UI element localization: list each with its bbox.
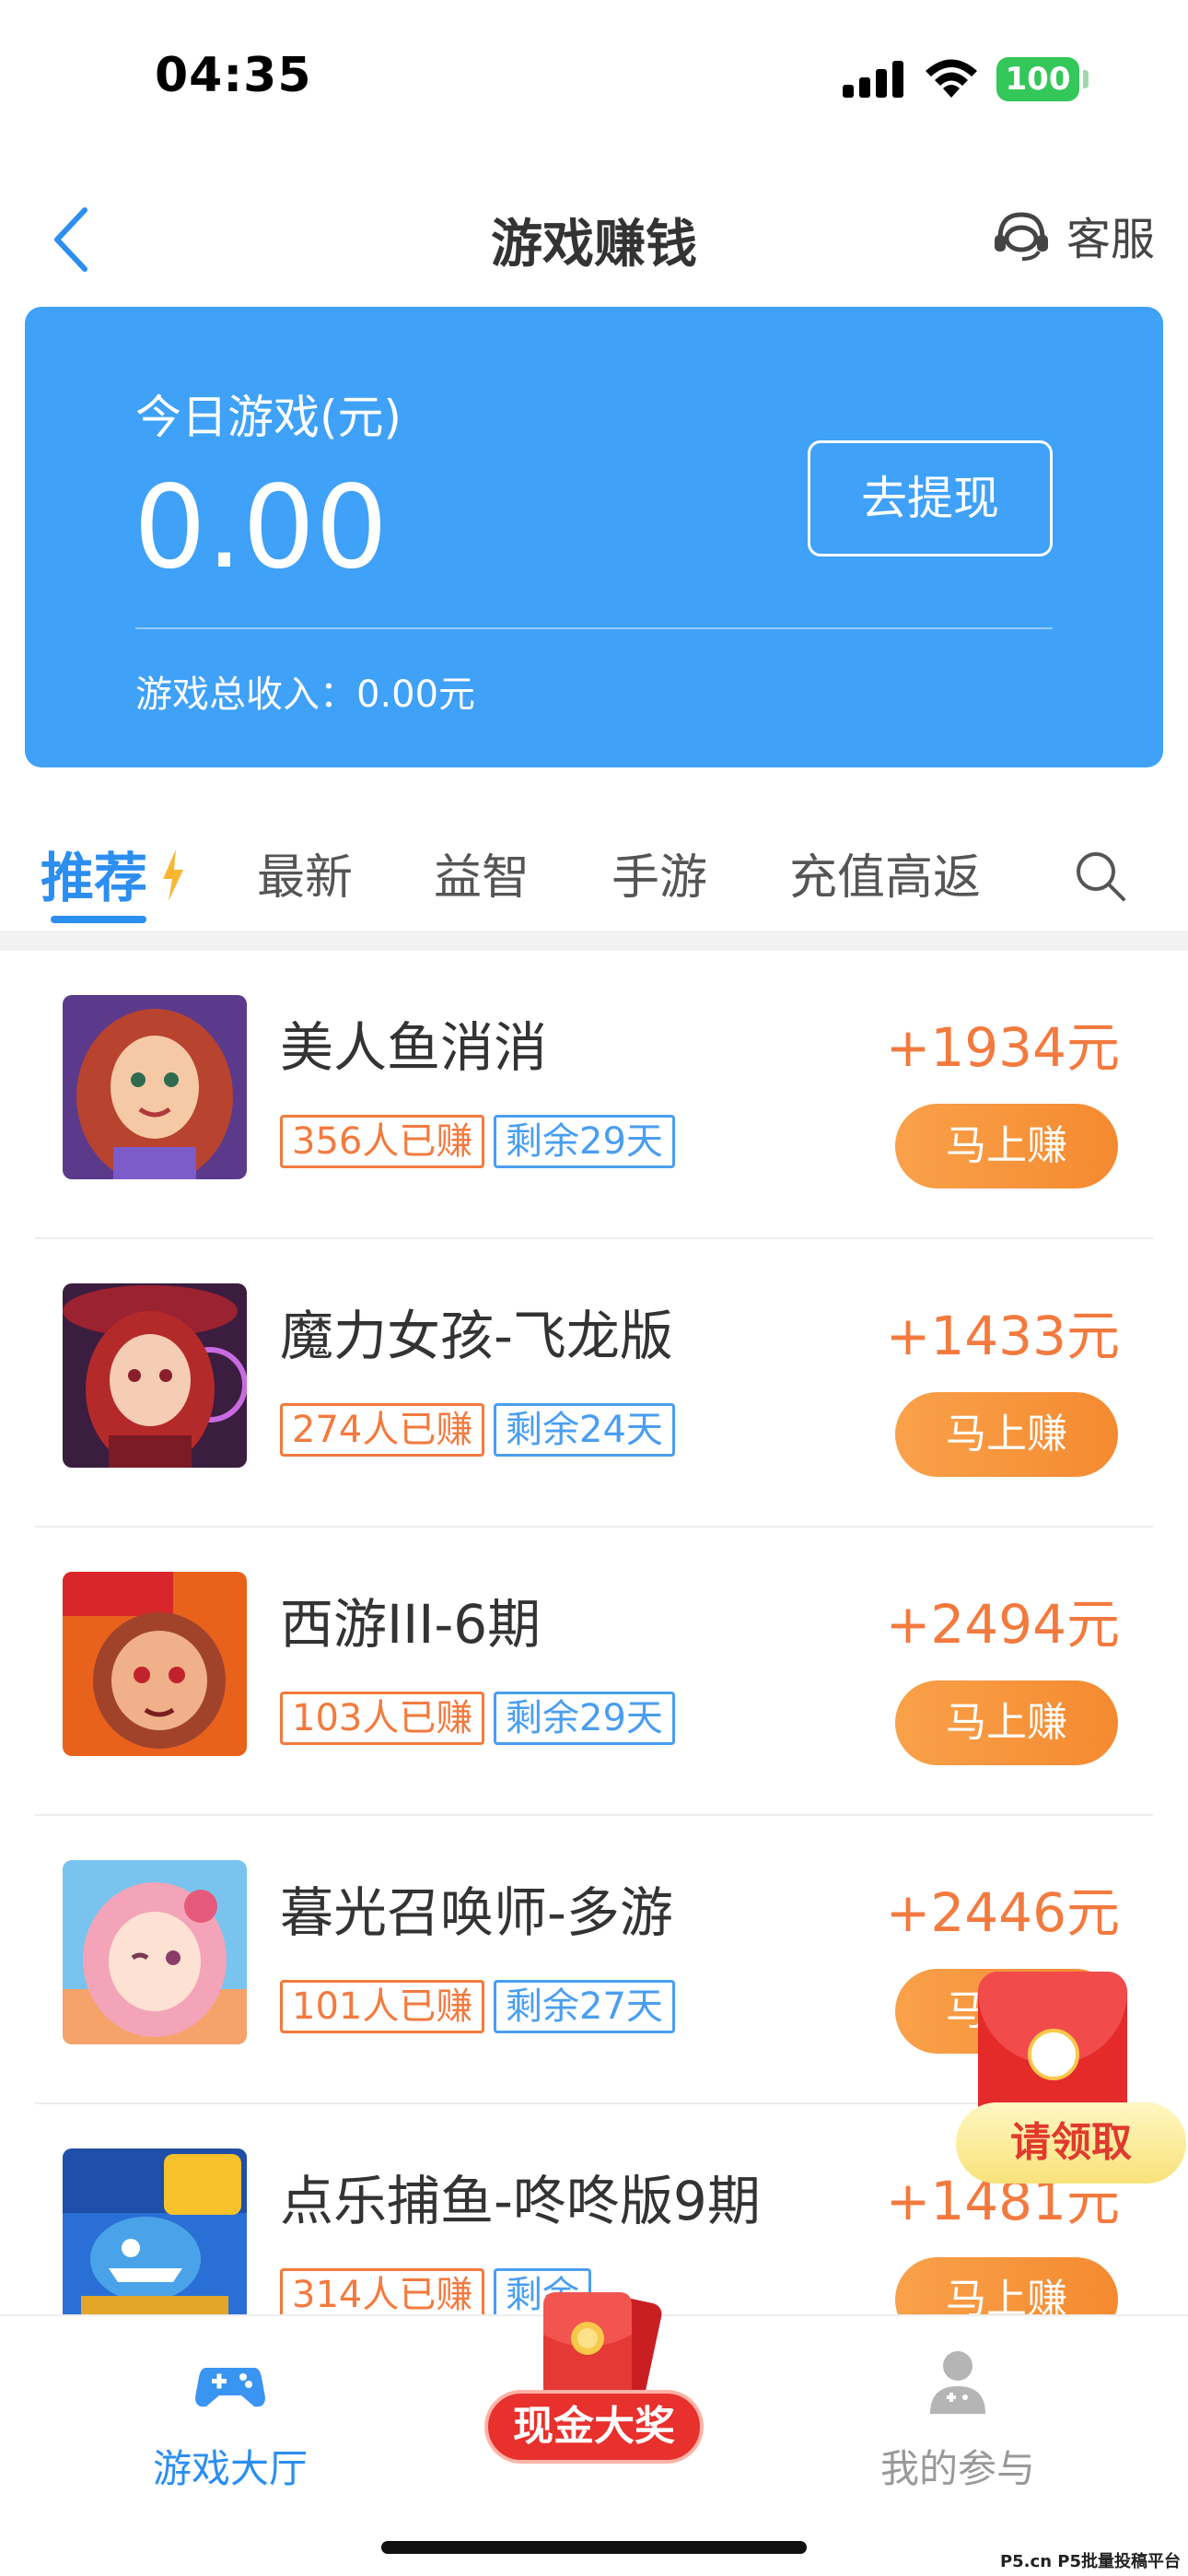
tab-recharge-rebate[interactable]: 充值高返	[789, 838, 981, 907]
earnings-card: 今日游戏(元) 0.00 去提现 游戏总收入：0.00元	[25, 307, 1163, 767]
days-left-badge: 剩余29天	[494, 1115, 675, 1168]
lightning-icon	[163, 849, 183, 901]
game-thumbnail	[63, 1283, 247, 1468]
joined-count-badge: 356人已赚	[280, 1115, 485, 1168]
battery-tip	[1083, 70, 1089, 88]
game-thumbnail	[63, 1572, 247, 1756]
card-divider	[135, 627, 1053, 629]
active-tab-indicator	[51, 916, 146, 923]
game-name: 美人鱼消消	[280, 1016, 548, 1079]
user-gamepad-icon	[930, 2351, 985, 2414]
reward-amount: +1433元	[885, 1305, 1120, 1367]
tabbar-my-participation-label: 我的参与	[879, 2446, 1035, 2491]
earn-now-button[interactable]: 马上赚	[895, 1392, 1118, 1477]
days-left-badge: 剩余24天	[494, 1403, 675, 1457]
joined-count-badge: 103人已赚	[280, 1692, 485, 1745]
game-name: 暮光召唤师-多游	[280, 1881, 673, 1944]
category-tabs: 推荐 最新 益智 手游 充值高返	[0, 811, 1188, 931]
reward-amount: +1934元	[885, 1016, 1120, 1079]
home-indicator	[381, 2541, 807, 2554]
joined-count-badge: 101人已赚	[280, 1980, 485, 2033]
section-divider	[0, 931, 1188, 951]
game-name: 西游III-6期	[280, 1593, 542, 1656]
claim-label: 请领取	[956, 2102, 1186, 2184]
search-icon[interactable]	[1074, 849, 1127, 903]
coin-icon	[1028, 2029, 1079, 2080]
tab-recommended[interactable]: 推荐	[41, 835, 147, 912]
tabbar-my-participation[interactable]: 我的参与	[820, 2344, 1096, 2494]
game-name: 点乐捕鱼-咚咚版9期	[280, 2170, 761, 2232]
wifi-icon	[926, 59, 977, 98]
signal-icon	[843, 61, 903, 98]
days-left-badge: 剩余27天	[494, 1980, 675, 2033]
reward-amount: +2494元	[885, 1593, 1120, 1656]
status-bar: 04:35 100	[0, 0, 1188, 157]
headset-icon	[995, 212, 1048, 261]
reward-amount: +2446元	[885, 1881, 1120, 1944]
joined-count-badge: 274人已赚	[280, 1403, 485, 1457]
game-row[interactable]: 西游III-6期 103人已赚 剩余29天 +2494元 马上赚	[35, 1528, 1153, 1816]
bottom-tab-bar: 游戏大厅 现金大奖 我的参与	[0, 2292, 1188, 2576]
game-thumbnail	[63, 2149, 247, 2333]
floating-red-packet[interactable]: 请领取	[956, 1964, 1186, 2195]
nav-bar: 游戏赚钱 客服	[0, 175, 1188, 295]
game-row[interactable]: 魔力女孩-飞龙版 274人已赚 剩余24天 +1433元 马上赚	[35, 1239, 1153, 1528]
tabbar-game-hall-label: 游戏大厅	[152, 2446, 308, 2491]
days-left-badge: 剩余29天	[494, 1692, 675, 1745]
tab-latest[interactable]: 最新	[257, 838, 353, 907]
today-earnings-label: 今日游戏(元)	[135, 391, 402, 444]
tabbar-game-hall[interactable]: 游戏大厅	[92, 2344, 368, 2494]
gamepad-icon	[195, 2368, 265, 2407]
tabbar-cash-prize-label: 现金大奖	[484, 2390, 704, 2464]
game-thumbnail	[63, 1860, 247, 2044]
earn-now-button[interactable]: 马上赚	[895, 1104, 1118, 1188]
today-earnings-amount: 0.00	[134, 462, 389, 594]
status-time: 04:35	[155, 48, 312, 103]
withdraw-button[interactable]: 去提现	[808, 440, 1053, 556]
customer-service-button[interactable]: 客服	[991, 203, 1155, 267]
battery-icon: 100	[996, 57, 1079, 101]
tabbar-cash-prize[interactable]: 现金大奖	[479, 2279, 709, 2491]
game-row[interactable]: 美人鱼消消 356人已赚 剩余29天 +1934元 马上赚	[35, 951, 1153, 1239]
tab-puzzle[interactable]: 益智	[434, 838, 530, 907]
tab-mobile-games[interactable]: 手游	[611, 838, 707, 907]
game-thumbnail	[63, 995, 247, 1179]
earn-now-button[interactable]: 马上赚	[895, 1680, 1118, 1765]
watermark: P5.cn P5批量投稿平台	[999, 2552, 1181, 2571]
service-label: 客服	[1066, 214, 1156, 265]
total-income: 游戏总收入：0.00元	[135, 673, 476, 716]
game-name: 魔力女孩-飞龙版	[280, 1305, 673, 1367]
